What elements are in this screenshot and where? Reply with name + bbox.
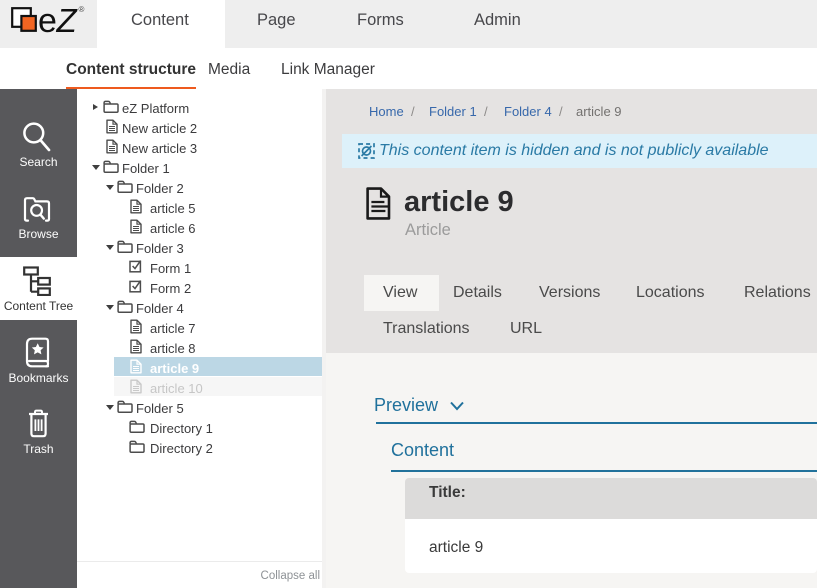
- svg-text:e: e: [38, 5, 57, 40]
- svg-text:Z: Z: [56, 5, 79, 39]
- svg-text:®: ®: [79, 5, 85, 14]
